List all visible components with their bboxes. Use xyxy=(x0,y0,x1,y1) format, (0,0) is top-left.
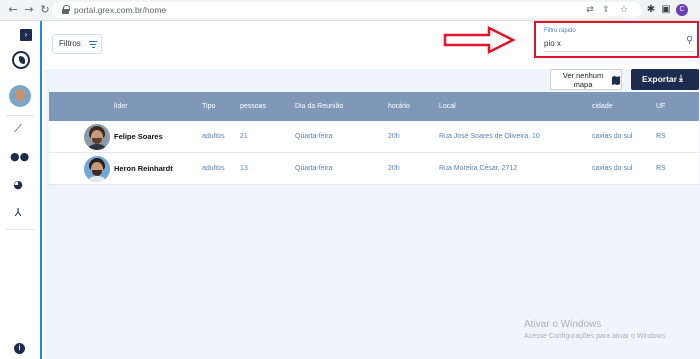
pie-chart-icon[interactable]: ◕ xyxy=(10,177,26,193)
table-row[interactable]: Felipe Soares adultos 21 Quarta-feira 20… xyxy=(49,121,699,153)
input-underline xyxy=(544,51,694,52)
search-icon[interactable]: ⚲ xyxy=(686,35,693,46)
windows-watermark-title: Ativar o Windows xyxy=(524,319,602,330)
day-cell: Quarta-feira xyxy=(295,165,333,172)
column-header[interactable]: horário xyxy=(388,92,410,121)
address-bar[interactable]: portal.grex.com.br/home ⇄ ⇪ ☆ xyxy=(52,2,642,18)
view-map-button[interactable]: Ver nenhum mapa xyxy=(550,69,622,90)
column-header[interactable]: Local xyxy=(439,92,456,121)
download-icon: ⤓ xyxy=(679,74,683,84)
lock-icon[interactable] xyxy=(62,5,70,14)
back-icon[interactable]: ← xyxy=(6,3,20,17)
people-cell: 21 xyxy=(240,133,248,140)
column-header[interactable]: Tipo xyxy=(202,92,215,121)
quick-filter-label: Filtro rápido xyxy=(544,28,576,34)
table-header: líder Tipo pessoas Dia da Reunião horári… xyxy=(49,92,699,121)
logo-icon[interactable] xyxy=(12,51,30,69)
column-header[interactable]: UF xyxy=(656,92,665,121)
annotation-arrow-icon xyxy=(443,26,515,54)
time-cell: 20h xyxy=(388,133,400,140)
quick-filter-field[interactable]: Filtro rápido pio x ⚲ xyxy=(534,21,699,58)
view-map-label: Ver nenhum mapa xyxy=(562,71,604,89)
avatar xyxy=(84,156,110,182)
filters-button[interactable]: Filtros xyxy=(52,34,102,54)
divider xyxy=(6,229,34,230)
export-label: Exportar xyxy=(642,74,677,84)
share-icon[interactable]: ⇪ xyxy=(600,4,612,16)
extensions-icon[interactable]: ✱ xyxy=(644,3,658,17)
filters-label: Filtros xyxy=(59,39,81,48)
map-icon xyxy=(612,76,620,85)
forward-icon[interactable]: → xyxy=(22,3,36,17)
divider xyxy=(6,115,34,116)
user-avatar[interactable] xyxy=(9,85,31,107)
reload-icon[interactable]: ↻ xyxy=(38,3,52,17)
city-cell: caxias do sul xyxy=(592,133,633,140)
column-header[interactable]: pessoas xyxy=(240,92,266,121)
profile-avatar[interactable]: C xyxy=(676,4,688,16)
table-row[interactable]: Heron Reinhardt adultos 13 Quarta-feira … xyxy=(49,153,699,185)
filter-icon xyxy=(89,41,97,48)
state-cell: RS xyxy=(656,165,666,172)
star-icon[interactable]: ☆ xyxy=(618,4,630,16)
windows-watermark-subtitle: Acesse Configurações para ativar o Windo… xyxy=(524,333,668,340)
chevron-right-icon[interactable]: › xyxy=(20,29,32,41)
translate-icon[interactable]: ⇄ xyxy=(584,4,596,16)
side-panel-icon[interactable]: ▣ xyxy=(659,3,673,17)
day-cell: Quarta-feira xyxy=(295,133,333,140)
url-text[interactable]: portal.grex.com.br/home xyxy=(74,4,166,16)
quick-filter-input[interactable]: pio x xyxy=(544,39,561,48)
column-header[interactable]: Dia da Reunião xyxy=(295,92,343,121)
trend-icon[interactable]: ⟋ xyxy=(10,121,26,137)
main-content: Ver nenhum mapa Exportar ⤓ líder Tipo pe… xyxy=(44,69,700,359)
groups-table: líder Tipo pessoas Dia da Reunião horári… xyxy=(49,92,699,185)
state-cell: RS xyxy=(656,133,666,140)
type-cell: adultos xyxy=(202,133,225,140)
time-cell: 20h xyxy=(388,165,400,172)
column-header[interactable]: líder xyxy=(114,92,128,121)
sidebar: › ⟋ ●● ◕ ⅄ i xyxy=(0,21,42,359)
avatar xyxy=(84,124,110,150)
export-button[interactable]: Exportar ⤓ xyxy=(631,69,699,90)
leader-name: Heron Reinhardt xyxy=(114,164,173,173)
city-cell: caxias do sul xyxy=(592,165,633,172)
browser-toolbar: ← → ↻ portal.grex.com.br/home ⇄ ⇪ ☆ ✱ ▣ … xyxy=(0,0,700,21)
column-header[interactable]: cidade xyxy=(592,92,613,121)
location-cell: Rua José Soares de Oliveira, 10 xyxy=(439,133,540,140)
people-icon[interactable]: ●● xyxy=(10,149,29,165)
location-cell: Rua Moreira César, 2712 xyxy=(439,165,518,172)
leader-name: Felipe Soares xyxy=(114,132,163,141)
network-icon[interactable]: ⅄ xyxy=(10,205,26,221)
info-icon[interactable]: i xyxy=(14,343,25,354)
type-cell: adultos xyxy=(202,165,225,172)
people-cell: 13 xyxy=(240,165,248,172)
